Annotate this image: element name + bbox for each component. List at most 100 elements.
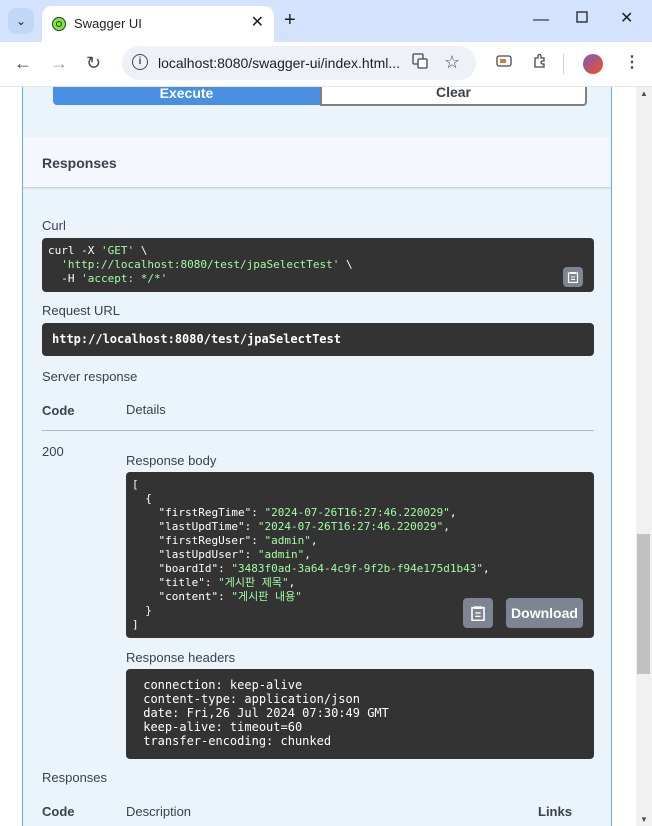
page-viewport: Execute Clear Responses Curl curl -X 'GE… <box>0 87 636 826</box>
profile-avatar[interactable] <box>583 54 603 74</box>
tab-close-icon[interactable]: ✕ <box>251 14 264 32</box>
new-tab-plus-icon[interactable]: + <box>284 9 296 31</box>
response-body-token: "firstRegUser": <box>132 534 265 547</box>
reload-icon[interactable]: ↻ <box>86 53 101 73</box>
curl-token: 'GET' <box>100 244 135 257</box>
response-body-token: "3483f0ad-3a64-4c9f-9f2b-f94e175d1b43" <box>231 562 484 575</box>
page-scrollbar[interactable]: ▲ ▼ <box>636 87 652 826</box>
site-info-icon[interactable]: i <box>132 54 148 70</box>
curl-token: \ <box>134 244 148 257</box>
copy-curl-icon[interactable] <box>563 267 583 287</box>
minimize-window-icon[interactable]: — <box>533 10 549 30</box>
toolbar-divider <box>563 54 564 74</box>
scroll-up-arrow-icon[interactable]: ▲ <box>640 89 648 98</box>
code-header: Code <box>42 804 75 819</box>
response-body-token: ] <box>132 618 139 631</box>
response-body-block: [ { "firstRegTime": "2024-07-26T16:27:46… <box>126 472 594 638</box>
response-header-line: keep-alive: timeout=60 <box>136 720 310 734</box>
bookmark-star-icon[interactable]: ☆ <box>444 52 460 73</box>
response-body-token: "2024-07-26T16:27:46.220029" <box>257 520 444 533</box>
response-body-token: , <box>288 576 296 589</box>
response-body-token: , <box>310 534 318 547</box>
response-body-token: "lastUpdTime": <box>132 520 258 533</box>
responses-header: Responses <box>23 137 611 188</box>
execute-button[interactable]: Execute <box>53 87 320 105</box>
code-column-header: Code <box>42 403 75 418</box>
browser-tab-bar: ⌄ Swagger UI ✕ + — ✕ <box>0 0 652 42</box>
curl-code-block: curl -X 'GET' \ 'http://localhost:8080/t… <box>42 238 594 292</box>
response-body-token: "게시판 제목" <box>218 576 289 589</box>
response-body-token: "게시판 내용" <box>231 590 302 603</box>
response-body-token: [ <box>132 478 139 491</box>
response-body-token: "title": <box>132 576 219 589</box>
server-response-label: Server response <box>42 369 138 384</box>
response-body-line: "title": "게시판 제목", <box>132 576 588 590</box>
response-body-line: "firstRegTime": "2024-07-26T16:27:46.220… <box>132 506 588 520</box>
translate-icon[interactable] <box>412 53 428 74</box>
details-column-header: Details <box>126 402 166 417</box>
responses-title: Responses <box>42 155 117 171</box>
response-body-token: { <box>132 492 152 505</box>
response-headers-label: Response headers <box>126 650 236 665</box>
browser-tab[interactable]: Swagger UI ✕ <box>42 6 274 42</box>
clear-button[interactable]: Clear <box>320 87 587 106</box>
response-headers-block: connection: keep-alive content-type: app… <box>126 669 594 759</box>
response-body-token: , <box>304 548 311 561</box>
tab-search-chevron-icon[interactable]: ⌄ <box>8 8 34 34</box>
links-header: Links <box>538 804 572 819</box>
response-body-token: , <box>483 562 490 575</box>
response-body-token: "content": <box>132 590 232 603</box>
curl-label: Curl <box>42 218 66 233</box>
response-body-token: "boardId": <box>132 562 232 575</box>
curl-token: -H <box>48 272 82 285</box>
response-body-token: , <box>443 520 450 533</box>
forward-arrow-icon[interactable]: → <box>50 53 68 73</box>
response-header-line: date: Fri,26 Jul 2024 07:30:49 GMT <box>136 706 397 720</box>
response-body-token: "admin" <box>257 548 305 561</box>
address-bar[interactable]: i localhost:8080/swagger-ui/index.html..… <box>122 46 476 80</box>
operation-block: Execute Clear Responses Curl curl -X 'GE… <box>22 87 612 826</box>
cast-media-icon[interactable] <box>496 53 512 75</box>
maximize-window-icon[interactable] <box>576 9 588 29</box>
request-url-label: Request URL <box>42 303 121 318</box>
response-body-token: , <box>449 506 457 519</box>
download-button[interactable]: Download <box>506 598 583 628</box>
response-body-label: Response body <box>126 453 217 468</box>
response-body-token: "lastUpdUser": <box>132 548 258 561</box>
curl-line: curl -X 'GET' \ <box>48 244 588 258</box>
response-body-token: "2024-07-26T16:27:46.220029" <box>264 506 450 519</box>
response-body-token: "firstRegTime": <box>132 506 265 519</box>
description-header: Description <box>126 804 192 819</box>
browser-toolbar: ← → ↻ i localhost:8080/swagger-ui/index.… <box>0 42 652 87</box>
scroll-down-arrow-icon[interactable]: ▼ <box>640 815 648 824</box>
response-header-line: transfer-encoding: chunked <box>136 734 339 748</box>
response-body-line: [ <box>132 478 588 492</box>
status-code: 200 <box>42 444 64 459</box>
curl-token: curl -X <box>48 244 101 257</box>
copy-response-icon[interactable] <box>463 598 493 628</box>
response-body-line: "lastUpdUser": "admin", <box>132 548 588 562</box>
response-body-line: "lastUpdTime": "2024-07-26T16:27:46.2200… <box>132 520 588 534</box>
response-body-line: "boardId": "3483f0ad-3a64-4c9f-9f2b-f94e… <box>132 562 588 576</box>
curl-token: 'http://localhost:8080/test/jpaSelectTes… <box>61 258 340 271</box>
response-body-line: { <box>132 492 588 506</box>
responses-label: Responses <box>42 770 108 785</box>
more-menu-icon[interactable]: ⋮ <box>624 53 640 73</box>
curl-token: 'accept: */*' <box>81 272 168 285</box>
curl-line: 'http://localhost:8080/test/jpaSelectTes… <box>48 258 588 272</box>
extensions-puzzle-icon[interactable] <box>532 53 548 75</box>
response-header-line: content-type: application/json <box>136 692 368 706</box>
response-body-token: "admin" <box>264 534 311 547</box>
url-text: localhost:8080/swagger-ui/index.html... <box>158 55 401 71</box>
curl-token <box>48 258 61 271</box>
request-url-box: http://localhost:8080/test/jpaSelectTest <box>42 323 594 356</box>
response-header-line: connection: keep-alive <box>136 678 310 692</box>
scrollbar-thumb[interactable] <box>637 534 650 674</box>
request-url-text: http://localhost:8080/test/jpaSelectTest <box>52 332 341 346</box>
curl-token: \ <box>339 258 353 271</box>
response-body-token: } <box>132 604 152 617</box>
back-arrow-icon[interactable]: ← <box>14 53 32 73</box>
tab-title: Swagger UI <box>74 16 142 31</box>
table-divider <box>42 430 594 431</box>
close-window-icon[interactable]: ✕ <box>620 9 633 29</box>
